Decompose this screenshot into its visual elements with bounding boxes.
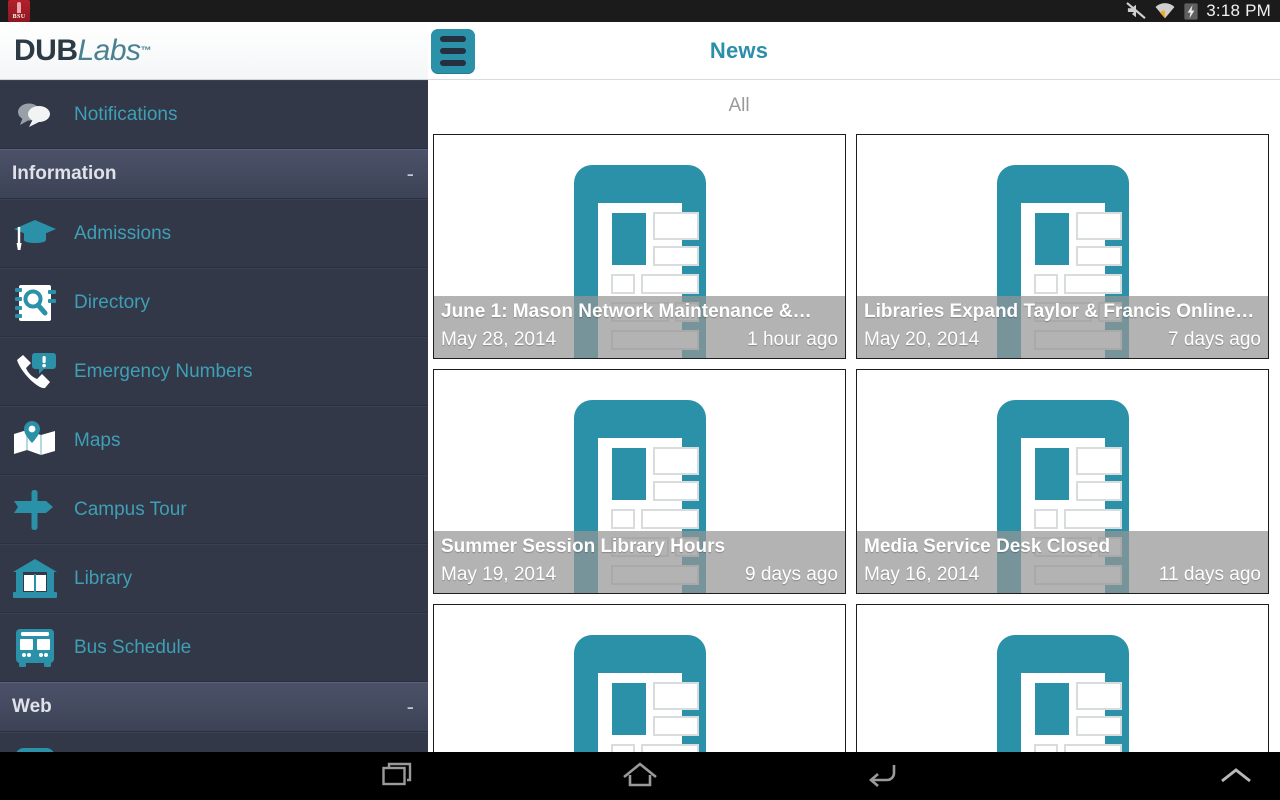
address-book-search-icon: [10, 280, 60, 326]
sidebar-item-label: Emergency Numbers: [74, 360, 253, 382]
chat-bubbles-icon: [10, 92, 60, 138]
news-card-grid: June 1: Mason Network Maintenance &… May…: [428, 134, 1280, 752]
news-card-date: May 19, 2014: [441, 564, 557, 585]
recents-icon[interactable]: [340, 752, 458, 800]
sidebar-item-library[interactable]: Library: [0, 544, 428, 613]
sidebar-item-maps[interactable]: Maps: [0, 406, 428, 475]
news-card-caption: Libraries Expand Taylor & Francis Online…: [857, 296, 1268, 358]
news-card-date: May 16, 2014: [864, 564, 980, 585]
news-card-caption: Summer Session Library Hours May 19, 201…: [434, 531, 845, 593]
news-card-meta: May 16, 2014 11 days ago: [864, 561, 1261, 589]
news-article-icon: [857, 605, 1268, 752]
library-building-icon: [10, 556, 60, 602]
collapse-indicator: -: [406, 161, 414, 186]
wifi-icon: [1155, 3, 1175, 19]
news-card[interactable]: Media Service Desk Closed May 16, 2014 1…: [856, 369, 1269, 594]
sidebar-item-label: Bus Schedule: [74, 636, 192, 658]
brand-header: DUB Labs ™: [0, 22, 428, 80]
bsu-icon-label: BSU: [12, 14, 26, 20]
sidebar-item-campus-tour[interactable]: Campus Tour: [0, 475, 428, 544]
news-card-title: Libraries Expand Taylor & Francis Online…: [864, 301, 1255, 322]
filter-all-tab[interactable]: All: [728, 95, 749, 117]
section-title: Web: [12, 696, 52, 717]
news-card-date: May 28, 2014: [441, 329, 557, 350]
bus-icon: [10, 625, 60, 671]
news-card[interactable]: Summer Session Library Hours May 19, 201…: [433, 369, 846, 594]
sidebar-item-label: Library: [74, 567, 133, 589]
sidebar-item-admissions[interactable]: Admissions: [0, 199, 428, 268]
news-card-title: June 1: Mason Network Maintenance &…: [441, 301, 812, 322]
sidebar-item-label: Admissions: [74, 222, 172, 244]
news-card-title: Summer Session Library Hours: [441, 536, 726, 557]
battery-charging-icon: [1184, 2, 1198, 20]
news-card-title: Media Service Desk Closed: [864, 536, 1111, 557]
map-pin-icon: [10, 418, 60, 464]
brand-name-dub: DUB: [14, 33, 78, 67]
news-card-caption: Media Service Desk Closed May 16, 2014 1…: [857, 531, 1268, 593]
phone-alert-icon: [10, 349, 60, 395]
graduation-cap-icon: [10, 211, 60, 257]
news-card-meta: May 19, 2014 9 days ago: [441, 561, 838, 589]
status-bar-icons: 3:18 PM: [1125, 1, 1280, 21]
news-content-pane: News All June 1: Mason Network Maintenan…: [428, 22, 1280, 752]
signpost-icon: [10, 487, 60, 533]
news-card-caption: June 1: Mason Network Maintenance &… May…: [434, 296, 845, 358]
sidebar-section-web[interactable]: Web -: [0, 682, 428, 732]
content-top-bar: News: [428, 22, 1280, 80]
app-window: DUB Labs ™ Notifications Information - A…: [0, 22, 1280, 752]
news-card-relative-time: 9 days ago: [745, 564, 838, 585]
news-card-relative-time: 7 days ago: [1168, 329, 1261, 350]
sidebar-item-label: Notifications: [74, 103, 178, 125]
sidebar-item-label: Campus Tour: [74, 498, 187, 520]
news-card[interactable]: [856, 604, 1269, 752]
back-icon[interactable]: [822, 752, 940, 800]
sidebar-item-label: Directory: [74, 291, 151, 313]
bsu-tower-glyph: [17, 2, 21, 13]
news-card-relative-time: 11 days ago: [1158, 564, 1261, 585]
news-card[interactable]: [433, 604, 846, 752]
android-status-bar: BSU 3:18 PM: [0, 0, 1280, 22]
sidebar-item-bus-schedule[interactable]: Bus Schedule: [0, 613, 428, 682]
sidebar-item-emergency-numbers[interactable]: Emergency Numbers: [0, 337, 428, 406]
news-article-icon: [434, 605, 845, 752]
navigation-sidebar: DUB Labs ™ Notifications Information - A…: [0, 22, 428, 752]
section-title: Information: [12, 163, 117, 184]
trademark-mark: ™: [140, 44, 152, 57]
news-card-meta: May 28, 2014 1 hour ago: [441, 326, 838, 354]
sidebar-item-label: Maps: [74, 429, 121, 451]
bsu-app-icon: BSU: [8, 0, 30, 22]
sidebar-item-notifications[interactable]: Notifications: [0, 80, 428, 149]
clock-icon: [10, 744, 60, 752]
sidebar-item-directory[interactable]: Directory: [0, 268, 428, 337]
news-card[interactable]: June 1: Mason Network Maintenance &… May…: [433, 134, 846, 359]
sidebar-item-partial[interactable]: [0, 732, 428, 752]
mute-icon: [1126, 2, 1146, 20]
brand-name-labs: Labs: [77, 33, 142, 67]
news-card[interactable]: Libraries Expand Taylor & Francis Online…: [856, 134, 1269, 359]
chevron-up-icon[interactable]: [1202, 752, 1270, 800]
android-navigation-bar: [0, 752, 1280, 800]
news-card-meta: May 20, 2014 7 days ago: [864, 326, 1261, 354]
sidebar-section-information[interactable]: Information -: [0, 149, 428, 199]
news-filter-bar: All: [428, 80, 1280, 132]
status-bar-clock: 3:18 PM: [1206, 1, 1271, 20]
collapse-indicator: -: [406, 694, 414, 719]
home-icon[interactable]: [581, 752, 699, 800]
page-title: News: [709, 38, 769, 63]
news-card-date: May 20, 2014: [864, 329, 980, 350]
news-card-relative-time: 1 hour ago: [747, 329, 838, 350]
